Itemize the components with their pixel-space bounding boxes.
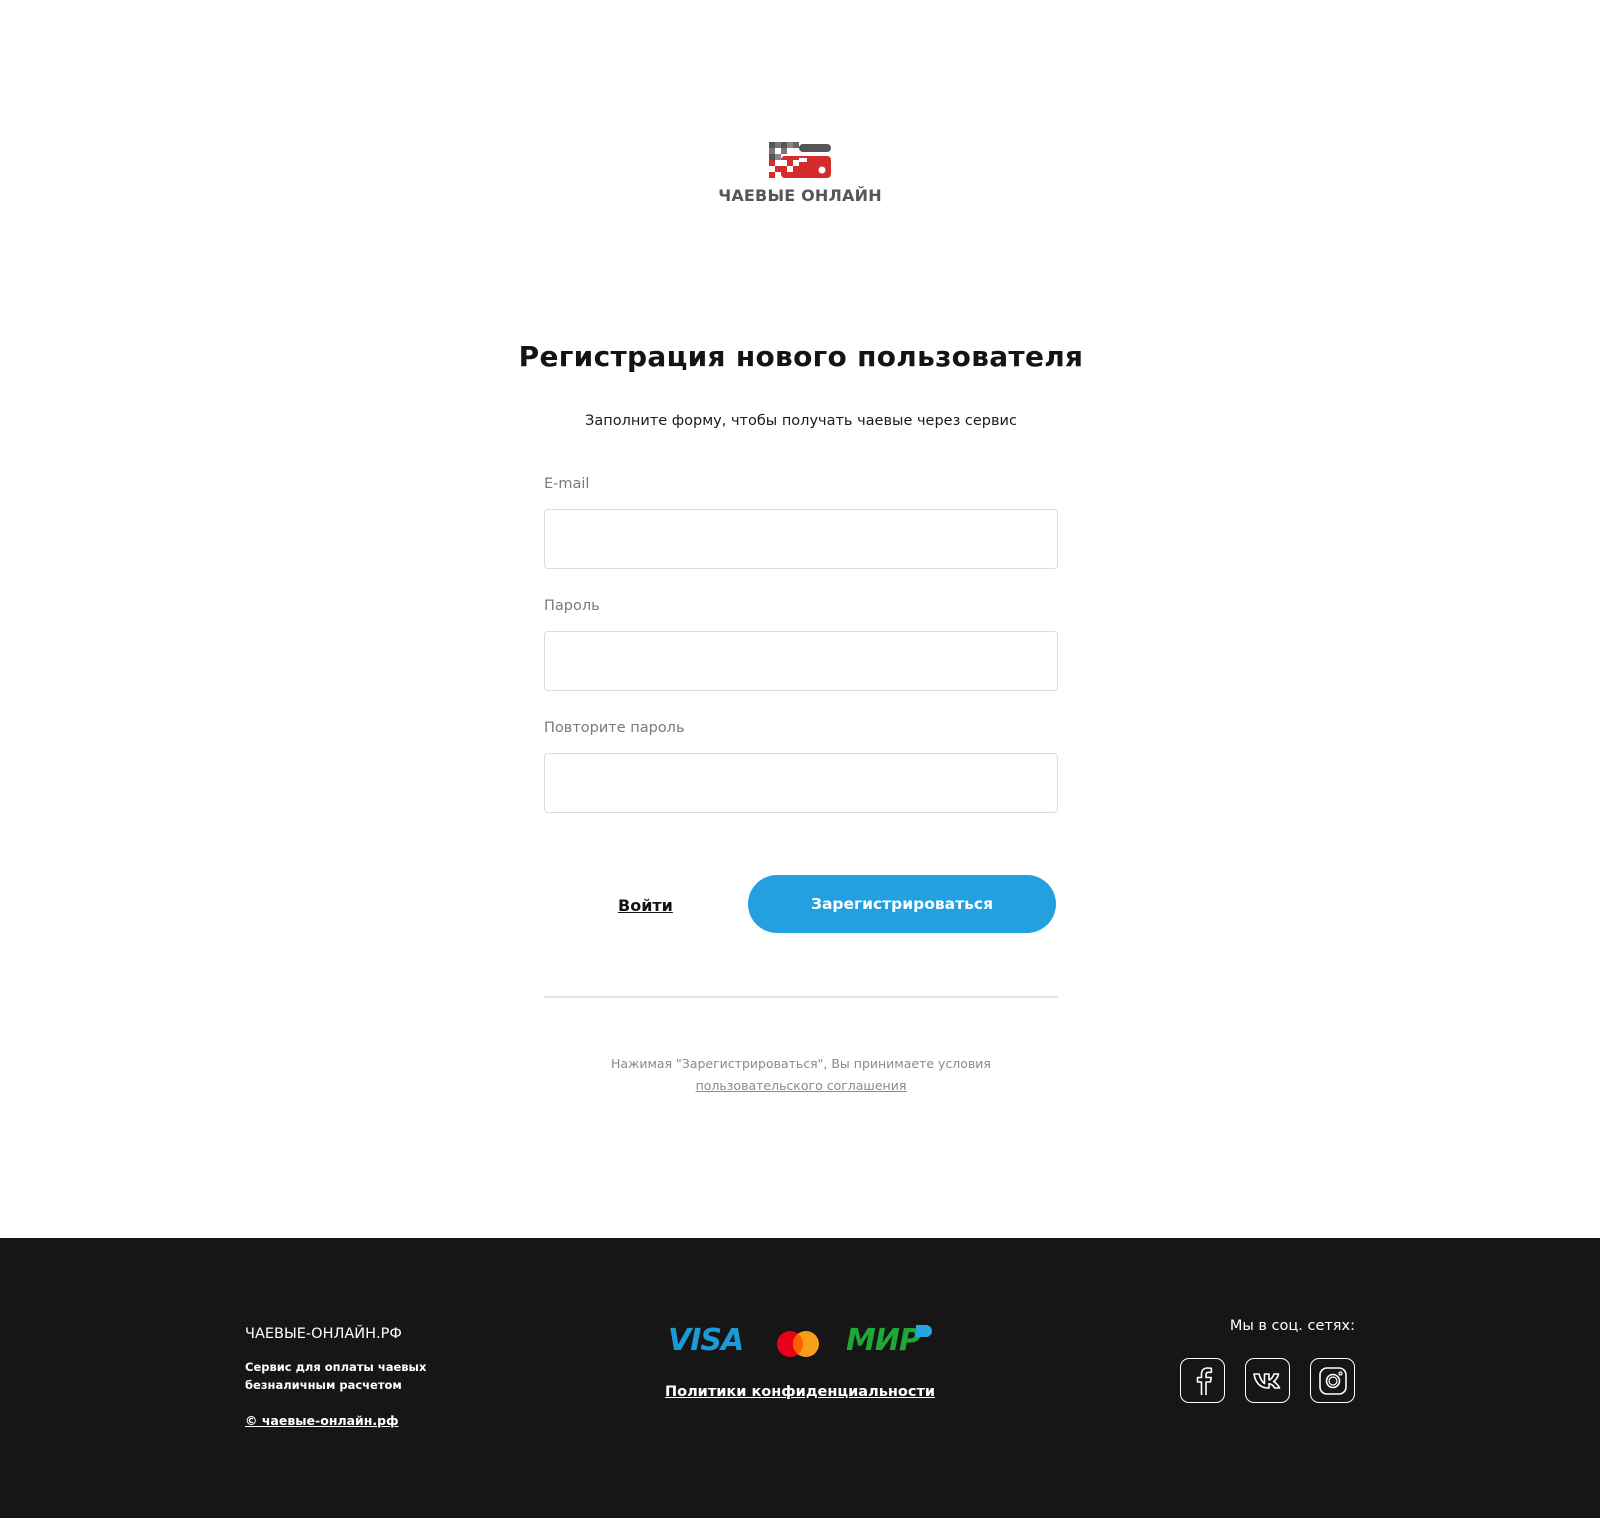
email-field[interactable] [544, 509, 1058, 569]
user-agreement-link[interactable]: пользовательского соглашения [696, 1078, 907, 1093]
page-title: Регистрация нового пользователя [518, 340, 1084, 373]
instagram-icon[interactable] [1310, 1358, 1355, 1403]
registration-page: ЧАЕВЫЕ ОНЛАЙН Регистрация нового пользов… [0, 0, 1600, 1518]
divider [544, 996, 1058, 998]
repeat-password-field[interactable] [544, 753, 1058, 813]
vk-icon[interactable] [1245, 1358, 1290, 1403]
facebook-icon[interactable] [1180, 1358, 1225, 1403]
footer-site-name: ЧАЕВЫЕ-ОНЛАЙН.РФ [245, 1326, 402, 1342]
mastercard-icon [777, 1331, 819, 1357]
logo-text: ЧАЕВЫЕ ОНЛАЙН [718, 186, 882, 205]
password-field[interactable] [544, 631, 1058, 691]
mir-logo: МИР [846, 1324, 932, 1358]
social-title: Мы в соц. сетях: [1229, 1318, 1355, 1334]
footer: ЧАЕВЫЕ-ОНЛАЙН.РФ Сервис для оплаты чаевы… [0, 1238, 1600, 1518]
visa-logo: VISA [668, 1323, 744, 1358]
register-button[interactable]: Зарегистрироваться [748, 875, 1056, 933]
mir-logo-text: МИР [846, 1323, 921, 1358]
terms-text: Нажимая "Зарегистрироваться", Вы принима… [611, 1056, 991, 1071]
password-label: Пароль [544, 598, 600, 614]
login-link[interactable]: Войти [618, 894, 673, 918]
mir-tail-shape [915, 1325, 932, 1337]
footer-description: Сервис для оплаты чаевых безналичным рас… [245, 1360, 427, 1392]
form-subtitle: Заполните форму, чтобы получать чаевые ч… [585, 413, 1017, 429]
footer-copyright-link[interactable]: © чаевые-онлайн.рф [245, 1412, 399, 1430]
email-label: E-mail [544, 476, 590, 492]
terms-notice: Нажимая "Зарегистрироваться", Вы принима… [504, 1053, 1098, 1097]
logo-mark-icon [769, 142, 831, 178]
privacy-policy-link[interactable]: Политики конфиденциальности [600, 1382, 1000, 1402]
payment-methods: VISA МИР [668, 1324, 932, 1358]
repeat-password-label: Повторите пароль [544, 720, 685, 736]
logo[interactable]: ЧАЕВЫЕ ОНЛАЙН [0, 142, 1600, 205]
social-links [1180, 1358, 1355, 1403]
